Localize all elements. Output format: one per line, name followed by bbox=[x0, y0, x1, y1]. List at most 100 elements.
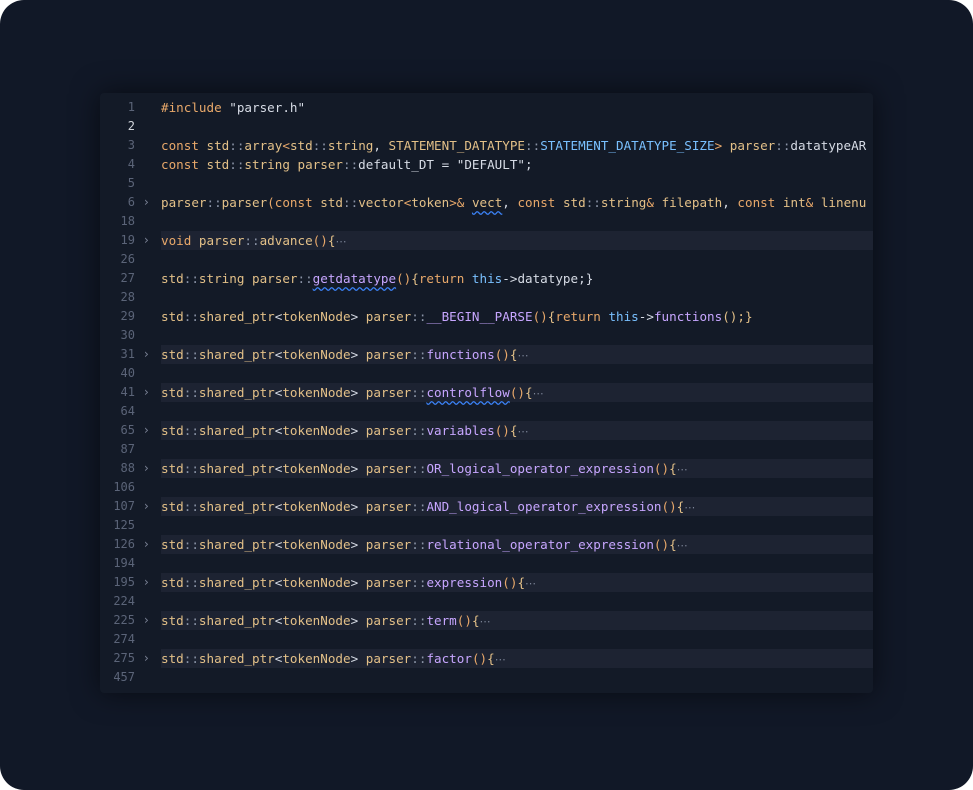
folded-code-line[interactable]: 31 › std::shared_ptr<tokenNode> parser::fu… bbox=[100, 345, 873, 364]
code-token: () bbox=[532, 309, 548, 324]
folded-code-line[interactable]: 126 › std::shared_ptr<tokenNode> parser::r… bbox=[100, 535, 873, 554]
folded-code-line[interactable]: 88 › std::shared_ptr<tokenNode> parser::OR… bbox=[100, 459, 873, 478]
code-token: tokenNode bbox=[282, 423, 351, 438]
code-line[interactable]: 5 bbox=[100, 174, 873, 193]
code-token: tokenNode bbox=[282, 613, 351, 628]
line-background bbox=[161, 174, 873, 193]
chevron-right-icon[interactable]: › bbox=[144, 421, 154, 440]
ellipsis-icon[interactable]: ⋯ bbox=[677, 539, 688, 552]
code-line[interactable]: 1 #include "parser.h" bbox=[100, 98, 873, 117]
code-token: :: bbox=[312, 138, 328, 153]
line-number: 3 bbox=[127, 138, 135, 152]
chevron-right-icon[interactable]: › bbox=[144, 535, 154, 554]
code-token: , bbox=[502, 195, 518, 210]
code-token: parser bbox=[365, 499, 412, 514]
window-frame: 1 #include "parser.h"23 const std::array<s… bbox=[0, 0, 973, 790]
code-token: :: bbox=[343, 195, 359, 210]
code-line[interactable]: 40 bbox=[100, 364, 873, 383]
folded-code-line[interactable]: 41 › std::shared_ptr<tokenNode> parser::co… bbox=[100, 383, 873, 402]
line-number: 88 bbox=[120, 461, 135, 475]
code-line[interactable]: 4 const std::string parser::default_DT = … bbox=[100, 155, 873, 174]
line-background bbox=[161, 630, 873, 649]
code-token: :: bbox=[183, 461, 199, 476]
code-line[interactable]: 6 › parser::parser(const std::vector<token… bbox=[100, 193, 873, 212]
folded-code-line[interactable]: 275 › std::shared_ptr<tokenNode> parser::f… bbox=[100, 649, 873, 668]
chevron-right-icon[interactable]: › bbox=[144, 383, 154, 402]
code-token: () bbox=[509, 385, 526, 400]
code-text: std::shared_ptr<tokenNode> parser::__BEG… bbox=[161, 307, 753, 326]
code-token: :: bbox=[183, 423, 199, 438]
code-line[interactable]: 64 bbox=[100, 402, 873, 421]
code-line[interactable]: 87 bbox=[100, 440, 873, 459]
code-token: std bbox=[206, 138, 230, 153]
line-number: 30 bbox=[120, 328, 135, 342]
line-number: 41 bbox=[120, 385, 135, 399]
code-token: { bbox=[525, 385, 533, 400]
code-token: { bbox=[669, 537, 677, 552]
code-line[interactable]: 194 bbox=[100, 554, 873, 573]
ellipsis-icon[interactable]: ⋯ bbox=[517, 425, 528, 438]
chevron-right-icon[interactable]: › bbox=[144, 345, 154, 364]
ellipsis-icon[interactable]: ⋯ bbox=[677, 463, 688, 476]
code-line[interactable]: 3 const std::array<std::string, STATEMENT… bbox=[100, 136, 873, 155]
chevron-right-icon[interactable]: › bbox=[144, 497, 154, 516]
code-token: -> bbox=[502, 271, 518, 286]
code-text: std::shared_ptr<tokenNode> parser::funct… bbox=[161, 345, 528, 365]
code-token: > bbox=[714, 138, 730, 153]
line-number: 31 bbox=[120, 347, 135, 361]
code-line[interactable]: 30 bbox=[100, 326, 873, 345]
folded-code-line[interactable]: 195 › std::shared_ptr<tokenNode> parser::e… bbox=[100, 573, 873, 592]
chevron-right-icon[interactable]: › bbox=[144, 193, 154, 212]
ellipsis-icon[interactable]: ⋯ bbox=[533, 387, 544, 400]
line-number: 274 bbox=[113, 632, 135, 646]
code-token: vector bbox=[358, 195, 404, 210]
code-token: :: bbox=[183, 575, 199, 590]
code-line[interactable]: 26 bbox=[100, 250, 873, 269]
chevron-right-icon[interactable]: › bbox=[144, 573, 154, 592]
ellipsis-icon[interactable]: ⋯ bbox=[525, 577, 536, 590]
folded-code-line[interactable]: 65 › std::shared_ptr<tokenNode> parser::va… bbox=[100, 421, 873, 440]
ellipsis-icon[interactable]: ⋯ bbox=[335, 235, 346, 248]
line-number: 27 bbox=[120, 271, 135, 285]
code-line[interactable]: 29 std::shared_ptr<tokenNode> parser::__B… bbox=[100, 307, 873, 326]
folded-code-line[interactable]: 107 › std::shared_ptr<tokenNode> parser::A… bbox=[100, 497, 873, 516]
ellipsis-icon[interactable]: ⋯ bbox=[684, 501, 695, 514]
chevron-right-icon[interactable]: › bbox=[144, 611, 154, 630]
code-text: parser::parser(const std::vector<token>&… bbox=[161, 193, 866, 212]
line-number: 2 bbox=[127, 119, 135, 133]
code-token: () bbox=[471, 651, 488, 666]
code-line[interactable]: 28 bbox=[100, 288, 873, 307]
chevron-right-icon[interactable]: › bbox=[144, 459, 154, 478]
code-token: __BEGIN__PARSE bbox=[426, 309, 533, 324]
code-line[interactable]: 457 bbox=[100, 668, 873, 687]
code-token: datatypeAR bbox=[790, 138, 867, 153]
code-line[interactable]: 106 bbox=[100, 478, 873, 497]
chevron-right-icon[interactable]: › bbox=[144, 649, 154, 668]
line-number: 106 bbox=[113, 480, 135, 494]
code-token: parser bbox=[365, 461, 412, 476]
code-token: :: bbox=[411, 499, 427, 514]
code-text: std::shared_ptr<tokenNode> parser::contr… bbox=[161, 383, 544, 403]
line-background bbox=[161, 402, 873, 421]
code-editor[interactable]: 1 #include "parser.h"23 const std::array<s… bbox=[100, 98, 873, 687]
code-token: { bbox=[517, 575, 526, 590]
chevron-right-icon[interactable]: › bbox=[144, 231, 154, 250]
line-number: 29 bbox=[120, 309, 135, 323]
code-line[interactable]: 224 bbox=[100, 592, 873, 611]
code-line[interactable]: 274 bbox=[100, 630, 873, 649]
ellipsis-icon[interactable]: ⋯ bbox=[495, 653, 506, 666]
code-token: () bbox=[456, 613, 472, 628]
code-line[interactable]: 27 std::string parser::getdatatype(){retu… bbox=[100, 269, 873, 288]
code-line[interactable]: 2 bbox=[100, 117, 873, 136]
ellipsis-icon[interactable]: ⋯ bbox=[517, 349, 528, 362]
code-token: token bbox=[411, 195, 450, 210]
line-number: 4 bbox=[127, 157, 135, 171]
folded-code-line[interactable]: 19 › void parser::advance(){⋯ bbox=[100, 231, 873, 250]
line-background bbox=[161, 364, 873, 383]
code-line[interactable]: 18 bbox=[100, 212, 873, 231]
folded-code-line[interactable]: 225 › std::shared_ptr<tokenNode> parser::t… bbox=[100, 611, 873, 630]
ellipsis-icon[interactable]: ⋯ bbox=[480, 615, 491, 628]
code-token: expression bbox=[426, 575, 503, 590]
code-token: factor bbox=[426, 651, 472, 666]
code-line[interactable]: 125 bbox=[100, 516, 873, 535]
